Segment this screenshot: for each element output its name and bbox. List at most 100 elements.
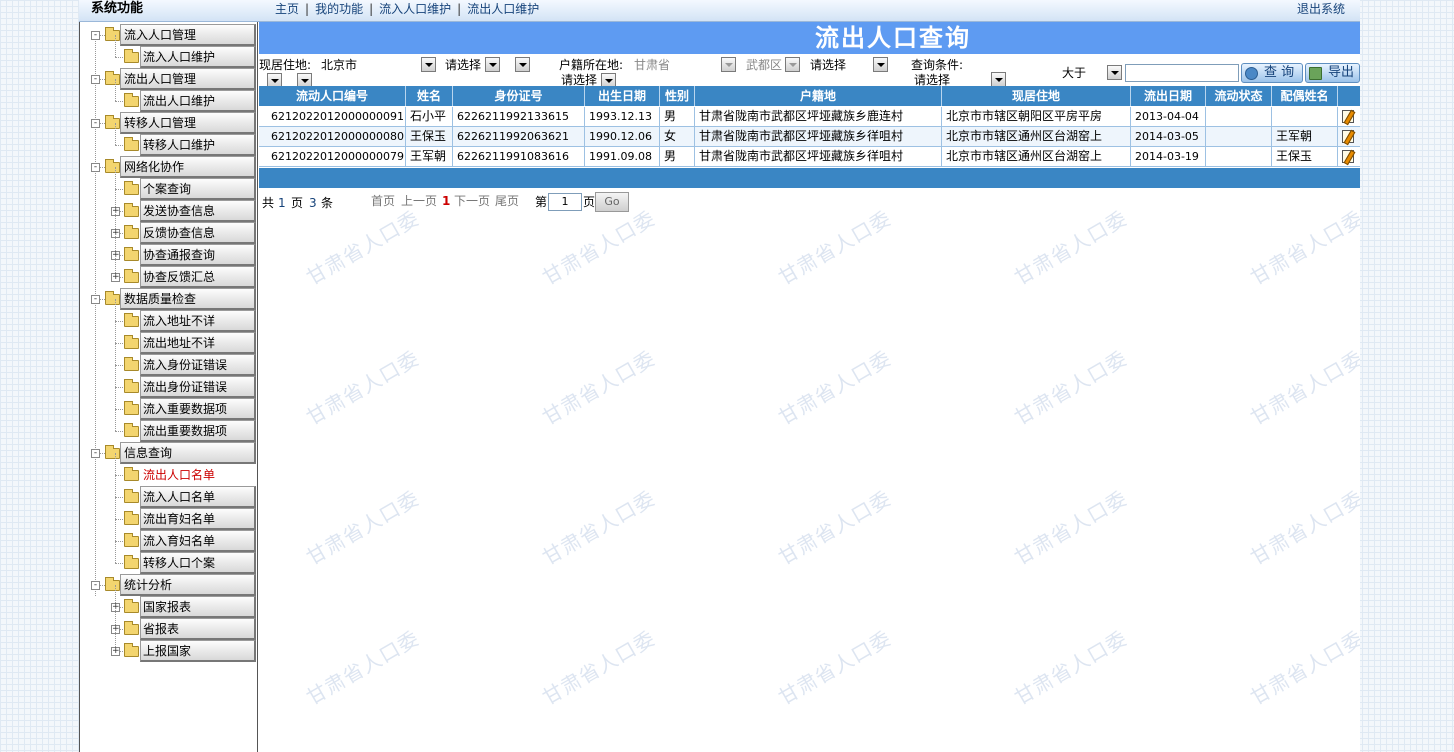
hukou-province-dropdown-arrow[interactable] <box>721 57 736 72</box>
current-residence-label: 现居住地: <box>259 58 312 72</box>
collapse-toggle-icon[interactable]: - <box>91 163 100 172</box>
sidebar-item[interactable]: 转移人口维护 <box>80 123 258 156</box>
collapse-toggle-icon[interactable]: - <box>91 581 100 590</box>
edit-icon[interactable] <box>1342 150 1354 163</box>
table-header: 流动人口编号 姓名 身份证号 出生日期 性别 户籍地 现居住地 流出日期 流动状态 配偶姓名 <box>259 86 1360 106</box>
pager-last-link[interactable]: 尾页 <box>495 193 519 209</box>
sidebar-item[interactable]: - 转移人口管理 <box>80 112 258 134</box>
pager-first-link[interactable]: 首页 <box>371 193 395 209</box>
pager-total-records: 3 <box>309 196 317 210</box>
sidebar-item-label: 流入育妇名单 <box>143 534 216 548</box>
hukou-province-select[interactable]: 甘肃省 <box>634 58 670 72</box>
sidebar-item[interactable]: - 流出人口管理 <box>80 68 258 90</box>
sidebar-item[interactable]: 个案查询 <box>80 167 258 200</box>
sidebar-item[interactable]: + 协查反馈汇总 <box>80 255 258 288</box>
collapse-toggle-icon[interactable]: - <box>91 31 100 40</box>
folder-icon <box>124 599 139 613</box>
sidebar-item-label: 协查反馈汇总 <box>143 270 216 284</box>
sidebar-item[interactable]: - 信息查询 <box>80 442 258 464</box>
sidebar-item[interactable]: 流入身份证错误 <box>80 343 258 376</box>
residence-district-dropdown-arrow[interactable] <box>515 57 530 72</box>
nav-my-functions-link[interactable]: 我的功能 <box>315 2 363 16</box>
collapse-toggle-icon[interactable]: - <box>91 295 100 304</box>
folder-icon <box>124 313 139 327</box>
export-button[interactable]: 导出 <box>1305 63 1360 83</box>
sidebar-item[interactable]: 流出人口名单 <box>80 453 258 486</box>
sidebar-item[interactable]: + 发送协查信息 <box>80 189 258 222</box>
sidebar-item-label: 发送协查信息 <box>143 204 216 218</box>
edit-icon[interactable] <box>1342 110 1354 123</box>
residence-city-dropdown-arrow[interactable] <box>485 57 500 72</box>
operator-dropdown-arrow[interactable] <box>1107 65 1122 80</box>
folder-icon <box>124 511 139 525</box>
sidebar-item[interactable]: + 上报国家 <box>80 629 258 662</box>
query-value-input[interactable] <box>1125 64 1239 82</box>
collapse-toggle-icon[interactable]: - <box>91 449 100 458</box>
edit-icon[interactable] <box>1342 130 1354 143</box>
sidebar-item[interactable]: 流出人口维护 <box>80 79 258 112</box>
sidebar-item[interactable]: + 省报表 <box>80 607 258 640</box>
tree-branch-line <box>115 35 116 57</box>
table-row[interactable]: 6212022012000000091 石小平 6226211992133615 19… <box>259 107 1360 127</box>
pager-total-pages: 1 <box>278 196 286 210</box>
sidebar-item[interactable]: + 国家报表 <box>80 585 258 618</box>
sidebar-item[interactable]: 流出身份证错误 <box>80 365 258 398</box>
sidebar-item[interactable]: - 数据质量检查 <box>80 288 258 310</box>
current-residence-select[interactable]: 北京市 <box>321 58 357 72</box>
top-bar: 系统功能 主页 | 我的功能 | 流入人口维护 | 流出人口维护 退出系统 <box>79 0 1360 22</box>
expand-toggle-icon[interactable]: + <box>111 647 120 656</box>
tree-branch-line <box>115 497 116 519</box>
sidebar-item[interactable]: 流入人口名单 <box>80 475 258 508</box>
watermark-text: 甘肃省人口委 <box>1010 485 1132 570</box>
folder-icon <box>105 291 120 305</box>
watermark-text: 甘肃省人口委 <box>1010 625 1132 710</box>
sidebar-item[interactable]: + 反馈协查信息 <box>80 211 258 244</box>
sidebar-item[interactable]: 流入地址不详 <box>80 299 258 332</box>
hukou-district-select[interactable]: 武都区 <box>746 58 782 72</box>
pager-prev-link[interactable]: 上一页 <box>401 193 437 209</box>
residence-city-select[interactable]: 请选择 <box>445 58 481 72</box>
collapse-toggle-icon[interactable]: - <box>91 119 100 128</box>
go-button[interactable]: Go <box>595 192 629 212</box>
nav-home-link[interactable]: 主页 <box>275 2 299 16</box>
sidebar-item[interactable]: 流入育妇名单 <box>80 519 258 552</box>
watermark-text: 甘肃省人口委 <box>302 345 424 430</box>
condition-dropdown-arrow[interactable] <box>991 72 1006 87</box>
sidebar-item[interactable]: + 协查通报查询 <box>80 233 258 266</box>
sidebar-item[interactable]: - 网络化协作 <box>80 156 258 178</box>
hukou-village-select[interactable]: 请选择 <box>561 73 597 87</box>
hukou-town-dropdown-arrow[interactable] <box>873 57 888 72</box>
query-button[interactable]: 查 询 <box>1241 63 1303 83</box>
sidebar-item[interactable]: 流入人口维护 <box>80 35 258 68</box>
condition-select[interactable]: 请选择 <box>914 73 950 87</box>
sidebar-item[interactable]: - 统计分析 <box>80 574 258 596</box>
operator-select[interactable]: 大于 <box>1062 66 1086 80</box>
nav-outflow-maintenance-link[interactable]: 流出人口维护 <box>467 2 539 16</box>
collapse-toggle-icon[interactable]: - <box>91 75 100 84</box>
expand-toggle-icon[interactable]: + <box>111 273 120 282</box>
pager-goto-suffix: 页 <box>583 195 596 209</box>
logout-link[interactable]: 退出系统 <box>1297 0 1345 18</box>
sidebar-item[interactable]: 流入重要数据项 <box>80 387 258 420</box>
sidebar-item[interactable]: 流出重要数据项 <box>80 409 258 442</box>
export-button-label: 导出 <box>1328 65 1355 80</box>
current-residence-dropdown-arrow[interactable] <box>421 57 436 72</box>
sidebar-item[interactable]: 流出育妇名单 <box>80 497 258 530</box>
folder-icon <box>124 93 139 107</box>
sidebar-item[interactable]: - 流入人口管理 <box>80 24 258 46</box>
pager-next-link[interactable]: 下一页 <box>454 193 490 209</box>
condition-label: 查询条件: <box>911 58 964 72</box>
table-cell: 北京市市辖区通州区台湖窑上 <box>942 147 1131 167</box>
table-row[interactable]: 6212022012000000080 王保玉 6226211992063621 19… <box>259 127 1360 147</box>
hukou-district-dropdown-arrow[interactable] <box>785 57 800 72</box>
sidebar-item-label: 协查通报查询 <box>143 248 216 262</box>
sidebar-item[interactable]: 转移人口个案 <box>80 541 258 574</box>
table-cell: 男 <box>660 147 695 167</box>
sidebar-item[interactable]: 流出地址不详 <box>80 321 258 354</box>
folder-icon <box>124 489 139 503</box>
watermark-text: 甘肃省人口委 <box>1246 205 1360 290</box>
nav-inflow-maintenance-link[interactable]: 流入人口维护 <box>379 2 451 16</box>
table-row[interactable]: 6212022012000000079 王军朝 6226211991083616 19… <box>259 147 1360 167</box>
hukou-town-select[interactable]: 请选择 <box>810 58 846 72</box>
page-number-input[interactable]: 1 <box>548 193 582 211</box>
